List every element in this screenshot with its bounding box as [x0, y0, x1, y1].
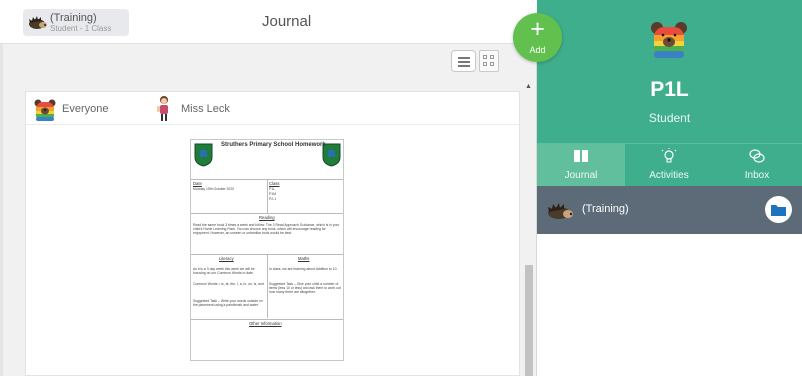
tab-label: Inbox: [744, 170, 770, 181]
grid-icon: [483, 62, 487, 66]
book-icon: [574, 150, 588, 162]
reading-heading: Reading: [259, 215, 275, 220]
class-heading: Class: [269, 181, 280, 186]
divider: [267, 254, 268, 318]
top-bar: (Training) Student - 1 Class Journal: [0, 0, 537, 44]
class-name: (Training): [50, 12, 97, 24]
page-title: Journal: [262, 13, 312, 30]
profile-tabs: Journal Activities Inbox: [537, 143, 802, 186]
tab-label: Activities: [649, 170, 689, 181]
school-crest-icon: [194, 143, 213, 167]
homework-document[interactable]: Struthers Primary School Homework Date M…: [190, 139, 344, 361]
date-value: Monday 19th October 2020: [193, 187, 235, 191]
hedgehog-icon: [29, 16, 47, 29]
hedgehog-icon: [548, 203, 573, 219]
literacy-text: Suggested Task – Write your words outsid…: [193, 299, 263, 307]
literacy-text: As it is a 3 day week this week we will …: [193, 267, 255, 275]
maths-heading: Maths: [298, 256, 310, 261]
lightbulb-icon: [661, 148, 677, 163]
list-icon: [458, 57, 470, 59]
grid-icon: [490, 55, 494, 59]
tab-label: Journal: [564, 170, 598, 181]
scroll-up-arrow-icon[interactable]: ▲: [525, 83, 532, 90]
folder-icon: [771, 205, 786, 216]
profile-header: P1L Student: [537, 0, 802, 143]
post-header: Everyone Miss Leck: [26, 92, 521, 125]
tab-activities[interactable]: Activities: [625, 144, 713, 186]
other-info-heading: Other Information: [249, 321, 282, 326]
divider: [191, 213, 343, 214]
profile-name: P1L: [650, 78, 689, 101]
divider: [267, 179, 268, 213]
tab-inbox[interactable]: Inbox: [713, 144, 801, 186]
rainbow-bear-icon: [34, 99, 56, 121]
list-view-button[interactable]: [451, 50, 476, 72]
maths-text: In class, we are learning about Addition…: [269, 267, 338, 271]
profile-panel: P1L Student Journal Activities Inbox (Tr…: [537, 0, 802, 376]
literacy-heading: Literacy: [219, 256, 234, 261]
document-title: Struthers Primary School Homework: [221, 142, 326, 148]
date-heading: Date: [193, 181, 202, 186]
tab-journal[interactable]: Journal: [537, 144, 625, 186]
grid-icon: [490, 62, 494, 66]
audience-label: Everyone: [62, 103, 109, 115]
grid-icon: [483, 55, 487, 59]
window-edge: [0, 0, 3, 376]
maths-text: Suggested Task – Give your child a numbe…: [269, 282, 341, 294]
add-button[interactable]: + Add: [513, 13, 562, 62]
class-value: P2-1: [269, 197, 277, 201]
chat-bubbles-icon: [749, 149, 765, 163]
list-icon: [458, 65, 470, 67]
class-value: P1L: [269, 187, 276, 191]
class-value: P1M: [269, 192, 276, 196]
folder-button[interactable]: [765, 196, 792, 223]
app: (Training) Student - 1 Class Journal Eve…: [0, 0, 802, 376]
class-list-item[interactable]: (Training): [537, 186, 802, 234]
scrollbar-thumb[interactable]: [525, 265, 533, 376]
list-icon: [458, 61, 470, 63]
class-subtitle: Student - 1 Class: [50, 24, 112, 33]
grid-view-button[interactable]: [479, 50, 499, 72]
teacher-name: Miss Leck: [181, 103, 230, 115]
literacy-text: Common Words = is, at, the, I, a, in, on…: [193, 282, 264, 286]
teacher-avatar-icon: [157, 96, 168, 121]
divider: [191, 319, 343, 320]
plus-icon: +: [530, 15, 545, 43]
add-label: Add: [529, 45, 546, 55]
profile-role: Student: [648, 111, 691, 125]
reading-text: Read the same book 3 times a week and fo…: [193, 223, 340, 235]
class-row-label: (Training): [582, 203, 629, 215]
main-panel: (Training) Student - 1 Class Journal Eve…: [0, 0, 537, 376]
class-selector[interactable]: (Training) Student - 1 Class: [23, 9, 129, 36]
rainbow-bear-avatar-icon: [651, 22, 687, 58]
